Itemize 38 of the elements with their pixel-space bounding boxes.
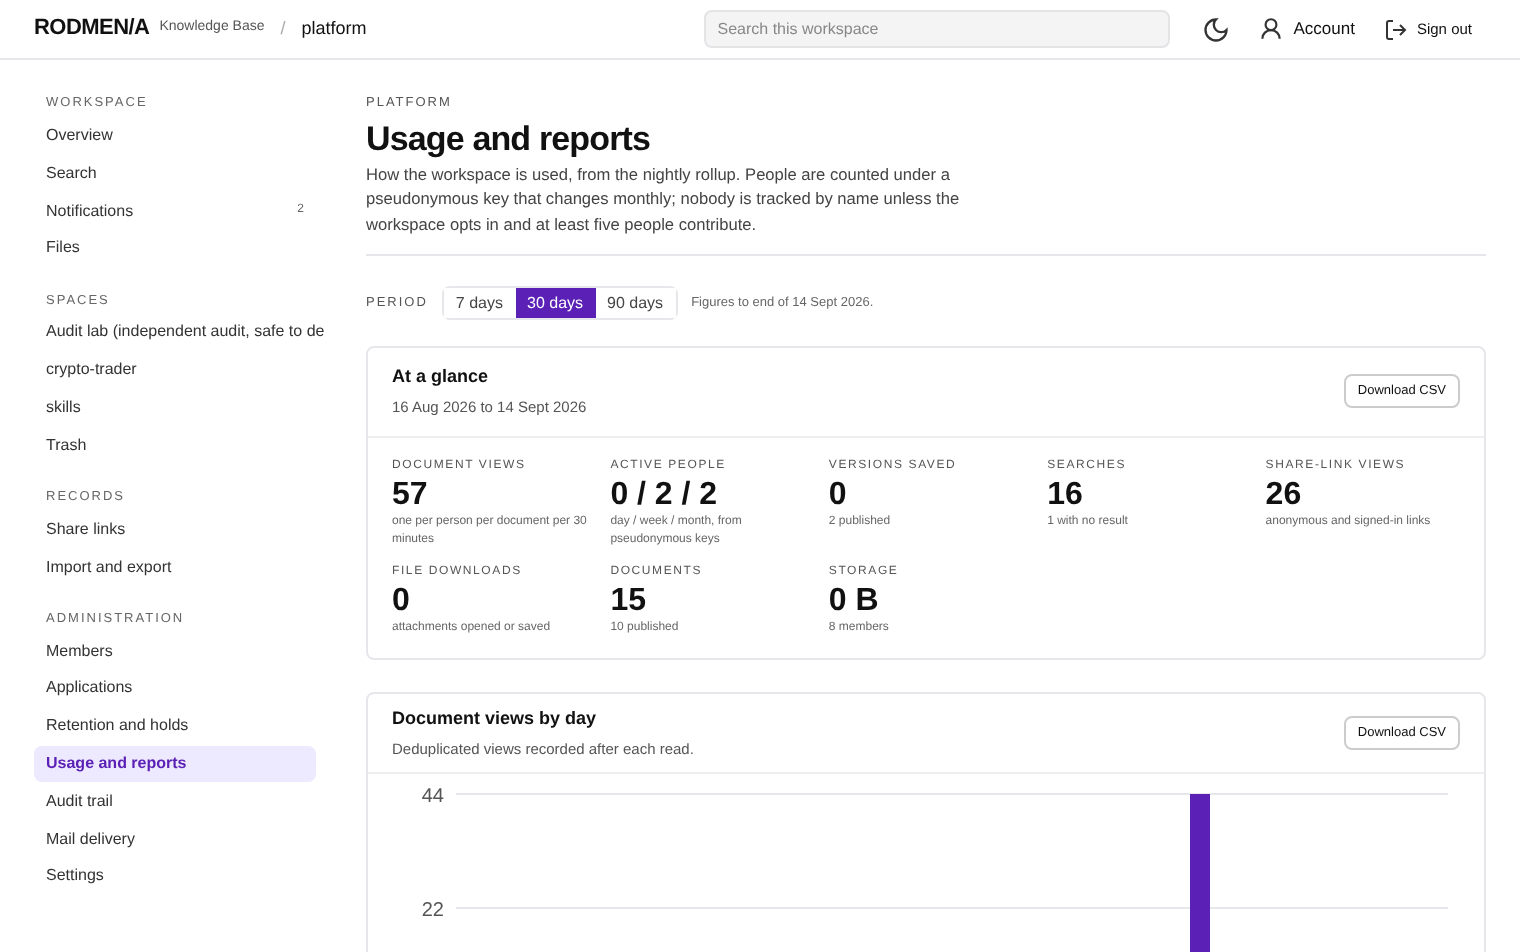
- card-title: Document views by day: [392, 706, 599, 733]
- sidebar-item[interactable]: Mail delivery: [34, 821, 316, 858]
- stat-value: 16: [1047, 475, 1085, 514]
- sidebar-item[interactable]: Search: [34, 155, 316, 192]
- stat-value: 26: [1265, 475, 1304, 514]
- sidebar-item[interactable]: Applications: [34, 670, 316, 707]
- period-tab[interactable]: 30 days: [515, 288, 596, 319]
- stat-value: 0 B: [828, 581, 881, 620]
- stat-value: 0: [392, 581, 412, 620]
- brand-logo[interactable]: RODMEN/A: [34, 12, 150, 46]
- account-button[interactable]: Account: [1257, 16, 1355, 42]
- sidebar-item[interactable]: Members: [34, 633, 316, 670]
- sidebar-item[interactable]: Settings: [34, 858, 316, 895]
- sidebar-item[interactable]: Audit trail: [34, 783, 316, 820]
- moon-icon[interactable]: [1201, 15, 1230, 43]
- sidebar-item[interactable]: skills: [34, 389, 316, 426]
- sidebar-item[interactable]: Overview: [34, 118, 316, 154]
- sidebar-item[interactable]: Trash: [34, 427, 316, 464]
- search-field[interactable]: Search this workspace: [703, 10, 1170, 48]
- sign-out-icon: [1384, 17, 1409, 41]
- sidebar-item[interactable]: Import and export: [34, 549, 316, 586]
- card-title: At a glance: [392, 364, 491, 391]
- page-title: Usage and reports: [366, 117, 653, 162]
- sidebar-item[interactable]: Usage and reports: [34, 745, 316, 782]
- sidebar-item[interactable]: Retention and holds: [34, 708, 316, 745]
- page-description: How the workspace is used, from the nightly rollup. People are counted under a pseudonymous key that changes monthly; nobody is tracked by name unless the workspace opts in and at least five people contribute.: [366, 161, 962, 238]
- user-icon: [1257, 16, 1284, 42]
- sidebar-item[interactable]: Share links: [34, 511, 316, 548]
- sidebar-item[interactable]: Files: [34, 230, 316, 267]
- stat-value: 15: [610, 581, 648, 620]
- stat-value: 0: [828, 475, 849, 514]
- axis-tick-label: 22: [421, 900, 444, 923]
- stat-value: 0 / 2 / 2: [610, 475, 720, 514]
- axis-tick-label: 44: [421, 786, 444, 809]
- stat-value: 57: [392, 475, 430, 514]
- breadcrumb-separator: /: [280, 15, 286, 42]
- sidebar-item[interactable]: crypto-trader: [34, 352, 316, 389]
- workspace-name[interactable]: platform: [301, 15, 367, 43]
